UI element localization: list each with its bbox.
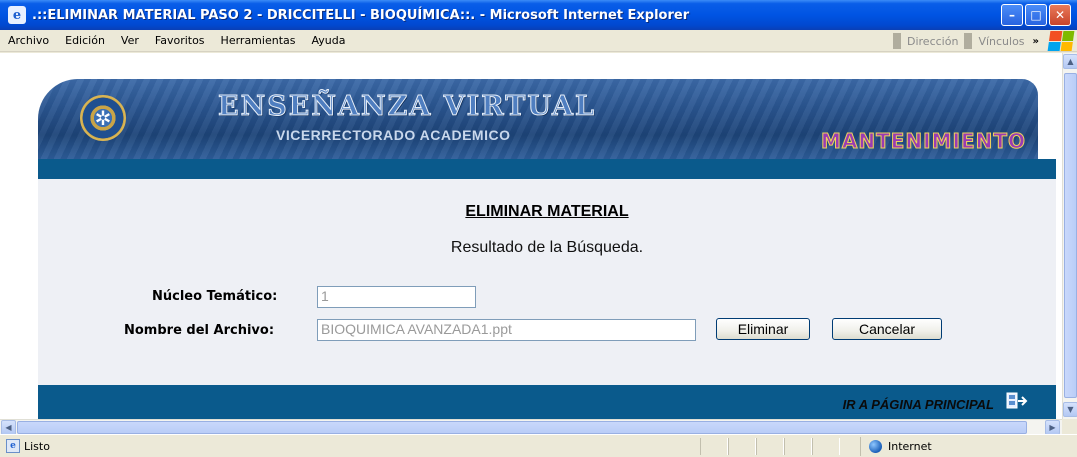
archivo-label: Nombre del Archivo: [124,323,275,338]
cancel-button[interactable]: Cancelar [832,318,942,340]
scroll-left-icon[interactable]: ◀ [1,420,16,435]
delete-button[interactable]: Eliminar [716,318,810,340]
status-pane [756,438,784,455]
chevron-more-icon[interactable]: » [1029,36,1043,47]
page-viewport: ✲ ENSEÑANZA VIRTUAL VICERRECTORADO ACADE… [0,53,1062,419]
windows-logo-icon [1047,31,1075,51]
menu-ayuda[interactable]: Ayuda [303,34,353,47]
banner-subtitle: VICERRECTORADO ACADEMICO [276,127,511,143]
university-seal-icon: ✲ [80,95,126,141]
menu-bar: Archivo Edición Ver Favoritos Herramient… [0,30,1077,52]
page-status-icon: e [6,439,20,453]
main-page-link[interactable]: IR A PÁGINA PRINCIPAL [843,397,994,412]
status-pane [728,438,756,455]
vertical-scrollbar[interactable]: ▲ ▼ [1062,53,1077,419]
header-divider-bar [38,159,1056,179]
menu-herramientas[interactable]: Herramientas [213,34,304,47]
address-bar-label[interactable]: Dirección [903,35,962,48]
scroll-down-icon[interactable]: ▼ [1063,402,1077,417]
menu-favoritos[interactable]: Favoritos [147,34,213,47]
menu-archivo[interactable]: Archivo [0,34,57,47]
status-pane [700,438,728,455]
globe-icon [869,440,882,453]
footer-bar: IR A PÁGINA PRINCIPAL [38,385,1056,419]
exit-icon[interactable] [1006,391,1028,411]
banner-title: ENSEÑANZA VIRTUAL [218,91,596,123]
close-button[interactable]: ✕ [1049,4,1071,26]
status-pane [812,438,840,455]
window-title: .::ELIMINAR MATERIAL PASO 2 - DRICCITELL… [32,7,690,23]
status-panes [700,438,840,455]
menu-ver[interactable]: Ver [113,34,147,47]
nucleo-label: Núcleo Temático: [152,289,278,304]
menu-edicion[interactable]: Edición [57,34,113,47]
scroll-right-icon[interactable]: ▶ [1045,420,1060,435]
nucleo-field[interactable]: 1 [317,286,476,308]
horizontal-scroll-thumb[interactable] [17,421,1027,434]
ie-icon: e [8,6,26,24]
page-title-text: ELIMINAR MATERIAL [465,203,629,220]
menubar-separator [964,33,973,49]
status-pane [784,438,812,455]
zone-label: Internet [888,440,932,453]
menubar-separator [893,33,901,49]
search-result-text: Resultado de la Búsqueda. [450,239,644,256]
site-banner: ✲ ENSEÑANZA VIRTUAL VICERRECTORADO ACADE… [38,79,1038,159]
status-bar: e Listo Internet [0,434,1077,457]
maximize-button[interactable]: □ [1025,4,1047,26]
vertical-scroll-thumb[interactable] [1064,73,1077,398]
minimize-button[interactable]: – [1001,4,1023,26]
links-toolbar-label[interactable]: Vínculos [974,35,1028,48]
horizontal-scrollbar[interactable]: ◀ ▶ [0,419,1062,435]
delete-material-form: ELIMINAR MATERIAL Resultado de la Búsque… [38,179,1056,385]
security-zone: Internet [860,437,1060,456]
banner-section: MANTENIMIENTO [821,129,1026,154]
status-text: Listo [24,439,50,453]
window-title-bar: e .::ELIMINAR MATERIAL PASO 2 - DRICCITE… [0,0,1077,30]
archivo-field[interactable]: BIOQUIMICA AVANZADA1.ppt [317,319,696,341]
window-controls: – □ ✕ [1001,4,1071,26]
scrollbar-corner [1062,419,1077,434]
page-title: ELIMINAR MATERIAL [38,203,1056,221]
scroll-up-icon[interactable]: ▲ [1063,54,1077,69]
